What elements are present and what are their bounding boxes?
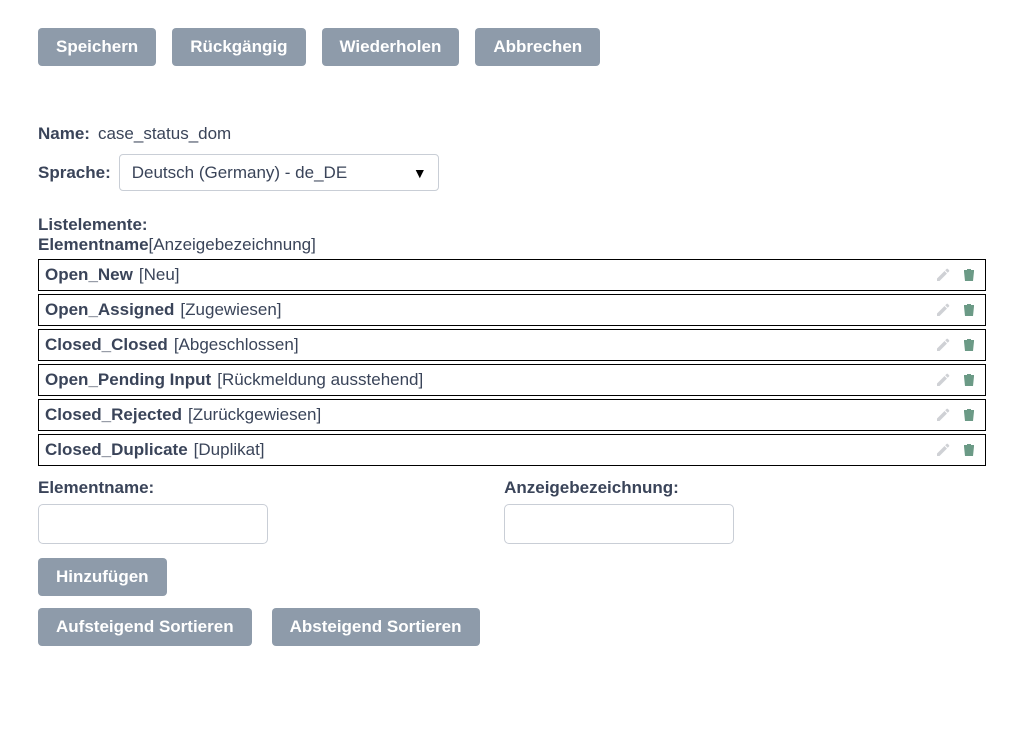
item-display: [Zurückgewiesen]: [188, 405, 321, 425]
list-item: Closed_Rejected [Zurückgewiesen]: [38, 399, 986, 431]
cancel-button[interactable]: Abbrechen: [475, 28, 600, 66]
item-name: Closed_Rejected: [45, 405, 182, 425]
list-item: Open_Assigned [Zugewiesen]: [38, 294, 986, 326]
sort-desc-button[interactable]: Absteigend Sortieren: [272, 608, 480, 646]
edit-icon[interactable]: [933, 265, 953, 285]
item-name: Closed_Duplicate: [45, 440, 188, 460]
elementname-header: Elementname: [38, 235, 149, 254]
list-elements-label: Listelemente:: [38, 215, 986, 235]
list-item: Closed_Duplicate [Duplikat]: [38, 434, 986, 466]
item-display: [Rückmeldung ausstehend]: [217, 370, 423, 390]
new-elementname-label: Elementname:: [38, 478, 474, 498]
language-select[interactable]: Deutsch (Germany) - de_DE: [119, 154, 439, 191]
add-button[interactable]: Hinzufügen: [38, 558, 167, 596]
delete-icon[interactable]: [959, 370, 979, 390]
redo-button[interactable]: Wiederholen: [322, 28, 460, 66]
language-label: Sprache:: [38, 163, 111, 183]
item-name: Open_Pending Input: [45, 370, 211, 390]
new-elementname-input[interactable]: [38, 504, 268, 544]
new-anzeige-label: Anzeigebezeichnung:: [504, 478, 940, 498]
list-item: Open_New [Neu]: [38, 259, 986, 291]
name-row: Name: case_status_dom: [38, 124, 986, 144]
item-name: Closed_Closed: [45, 335, 168, 355]
sort-asc-button[interactable]: Aufsteigend Sortieren: [38, 608, 252, 646]
item-display: [Abgeschlossen]: [174, 335, 299, 355]
delete-icon[interactable]: [959, 265, 979, 285]
name-label: Name:: [38, 124, 90, 144]
item-name: Open_New: [45, 265, 133, 285]
list-item: Closed_Closed [Abgeschlossen]: [38, 329, 986, 361]
item-display: [Neu]: [139, 265, 180, 285]
edit-icon[interactable]: [933, 440, 953, 460]
item-name: Open_Assigned: [45, 300, 174, 320]
delete-icon[interactable]: [959, 440, 979, 460]
name-value: case_status_dom: [98, 124, 231, 144]
delete-icon[interactable]: [959, 335, 979, 355]
anzeige-header: [Anzeigebezeichnung]: [149, 235, 316, 254]
edit-icon[interactable]: [933, 370, 953, 390]
item-display: [Zugewiesen]: [180, 300, 281, 320]
edit-icon[interactable]: [933, 335, 953, 355]
save-button[interactable]: Speichern: [38, 28, 156, 66]
delete-icon[interactable]: [959, 300, 979, 320]
columns-header: Elementname[Anzeigebezeichnung]: [38, 235, 986, 255]
edit-icon[interactable]: [933, 300, 953, 320]
delete-icon[interactable]: [959, 405, 979, 425]
undo-button[interactable]: Rückgängig: [172, 28, 305, 66]
new-anzeige-input[interactable]: [504, 504, 734, 544]
language-row: Sprache: Deutsch (Germany) - de_DE ▼: [38, 154, 986, 191]
item-display: [Duplikat]: [194, 440, 265, 460]
list-item: Open_Pending Input [Rückmeldung ausstehe…: [38, 364, 986, 396]
edit-icon[interactable]: [933, 405, 953, 425]
items-list: Open_New [Neu]Open_Assigned [Zugewiesen]…: [38, 259, 986, 466]
